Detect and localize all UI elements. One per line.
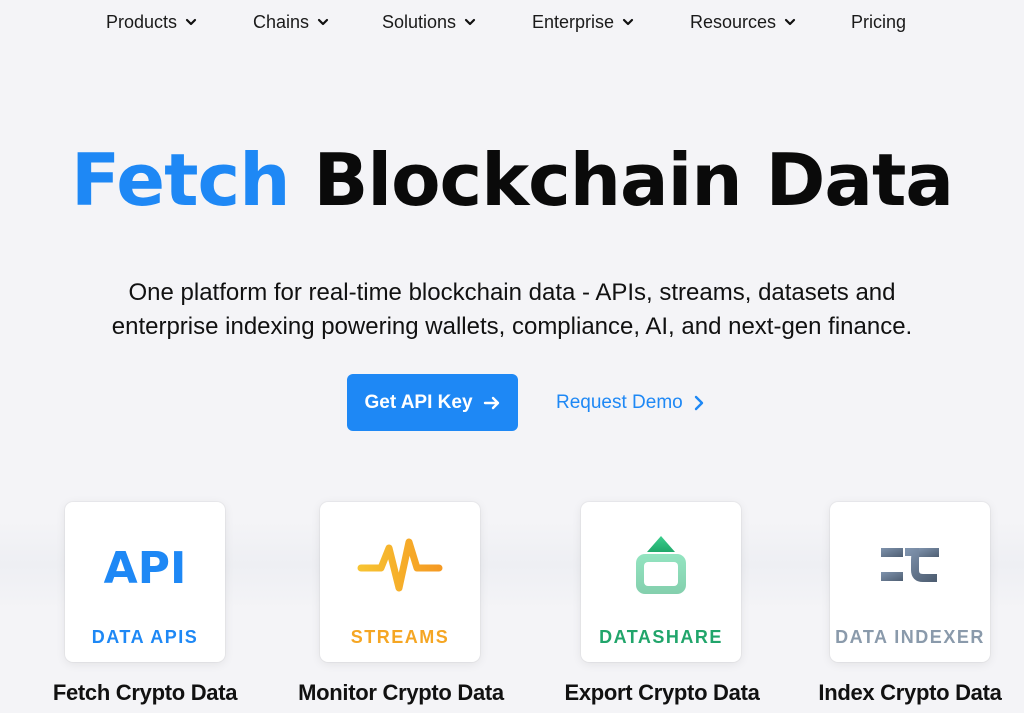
- request-demo-link[interactable]: Request Demo: [556, 389, 705, 417]
- top-navigation: Products Chains Solutions Enterprise Res…: [0, 0, 1024, 44]
- nav-resources[interactable]: Resources: [690, 10, 796, 34]
- chevron-right-icon: [694, 395, 703, 411]
- card-data-apis[interactable]: API DATA APIS: [65, 502, 225, 662]
- card-caption-streams: Monitor Crypto Data: [298, 680, 504, 705]
- arrow-right-icon: [483, 396, 499, 409]
- nav-enterprise-label: Enterprise: [532, 11, 615, 32]
- nav-products[interactable]: Products: [106, 10, 197, 34]
- card-datashare[interactable]: DATASHARE: [581, 502, 741, 662]
- streams-pulse-icon: [350, 530, 450, 600]
- hero-title: Fetch Blockchain Data: [0, 135, 1024, 225]
- get-api-key-button[interactable]: Get API Key: [347, 374, 518, 431]
- nav-enterprise[interactable]: Enterprise: [532, 10, 634, 34]
- card-label-streams: STREAMS: [350, 627, 450, 647]
- nav-pricing-label: Pricing: [851, 11, 907, 32]
- hero-title-accent: Fetch: [71, 138, 290, 222]
- chevron-down-icon: [464, 18, 476, 26]
- card-streams[interactable]: STREAMS: [320, 502, 480, 662]
- request-demo-label: Request Demo: [556, 392, 683, 413]
- nav-chains[interactable]: Chains: [253, 10, 329, 34]
- hero-subtitle-line-2: enterprise indexing powering wallets, co…: [111, 313, 913, 340]
- card-caption-datashare: Export Crypto Data: [564, 680, 760, 705]
- nav-resources-label: Resources: [690, 11, 777, 32]
- card-label-data-apis: DATA APIS: [91, 627, 199, 647]
- card-label-data-indexer: DATA INDEXER: [835, 627, 985, 647]
- nav-pricing[interactable]: Pricing: [851, 10, 906, 34]
- chevron-down-icon: [185, 18, 197, 26]
- card-data-indexer[interactable]: DATA INDEXER: [830, 502, 990, 662]
- get-api-key-label: Get API Key: [364, 391, 473, 413]
- card-label-datashare: DATASHARE: [599, 627, 723, 647]
- hero-title-rest: Blockchain Data: [313, 138, 954, 222]
- nav-chains-label: Chains: [253, 11, 310, 32]
- nav-solutions[interactable]: Solutions: [382, 10, 476, 34]
- nav-solutions-label: Solutions: [382, 11, 457, 32]
- card-caption-data-apis: Fetch Crypto Data: [52, 680, 238, 705]
- chevron-down-icon: [317, 18, 329, 26]
- datashare-upload-icon: [611, 530, 711, 600]
- data-indexer-icon: [860, 530, 960, 600]
- chevron-down-icon: [622, 18, 634, 26]
- chevron-down-icon: [784, 18, 796, 26]
- hero-subtitle-line-1: One platform for real-time blockchain da…: [128, 279, 896, 306]
- nav-products-label: Products: [106, 11, 178, 32]
- api-icon: API: [95, 530, 195, 600]
- card-caption-data-indexer: Index Crypto Data: [818, 680, 1002, 705]
- svg-text:API: API: [104, 543, 187, 594]
